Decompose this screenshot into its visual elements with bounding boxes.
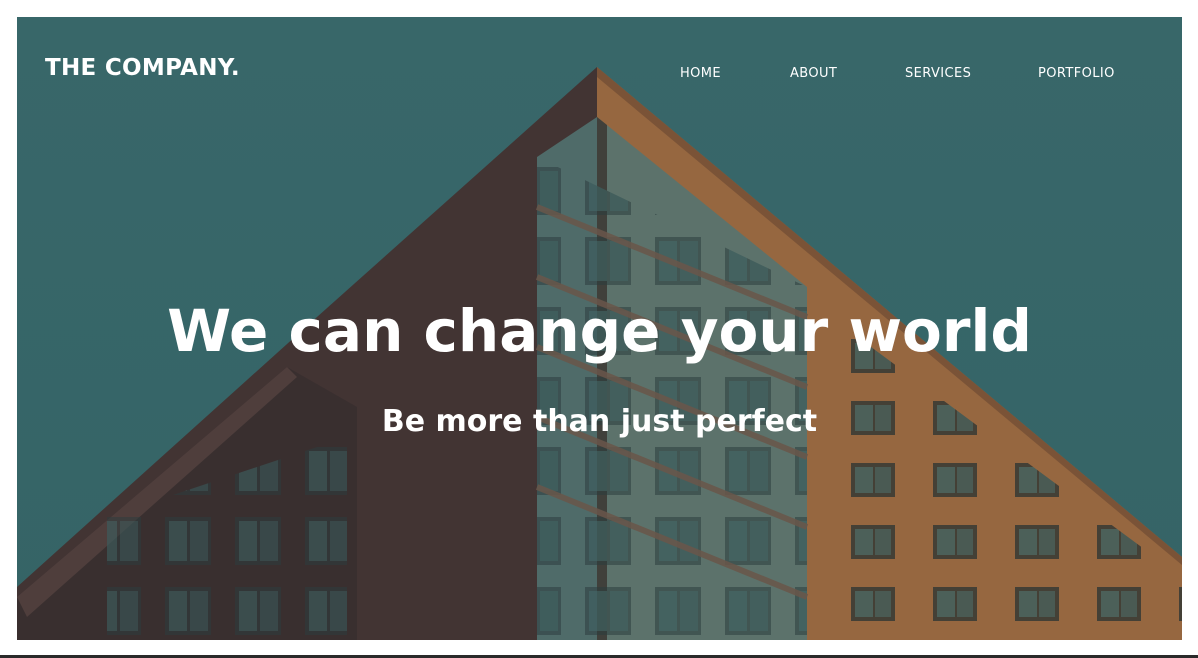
nav-item-home[interactable]: HOME xyxy=(680,66,721,81)
nav-item-services[interactable]: SERVICES xyxy=(905,66,971,81)
nav-item-portfolio[interactable]: PORTFOLIO xyxy=(1038,66,1115,81)
nav-item-about[interactable]: ABOUT xyxy=(790,66,837,81)
hero-title: We can change your world xyxy=(167,297,1032,365)
browser-viewport: THE COMPANY. HOME ABOUT SERVICES PORTFOL… xyxy=(0,0,1198,658)
main-nav: HOME ABOUT SERVICES PORTFOLIO xyxy=(17,66,1182,86)
hero-section: THE COMPANY. HOME ABOUT SERVICES PORTFOL… xyxy=(17,17,1182,640)
hero-subtitle: Be more than just perfect xyxy=(381,404,818,439)
